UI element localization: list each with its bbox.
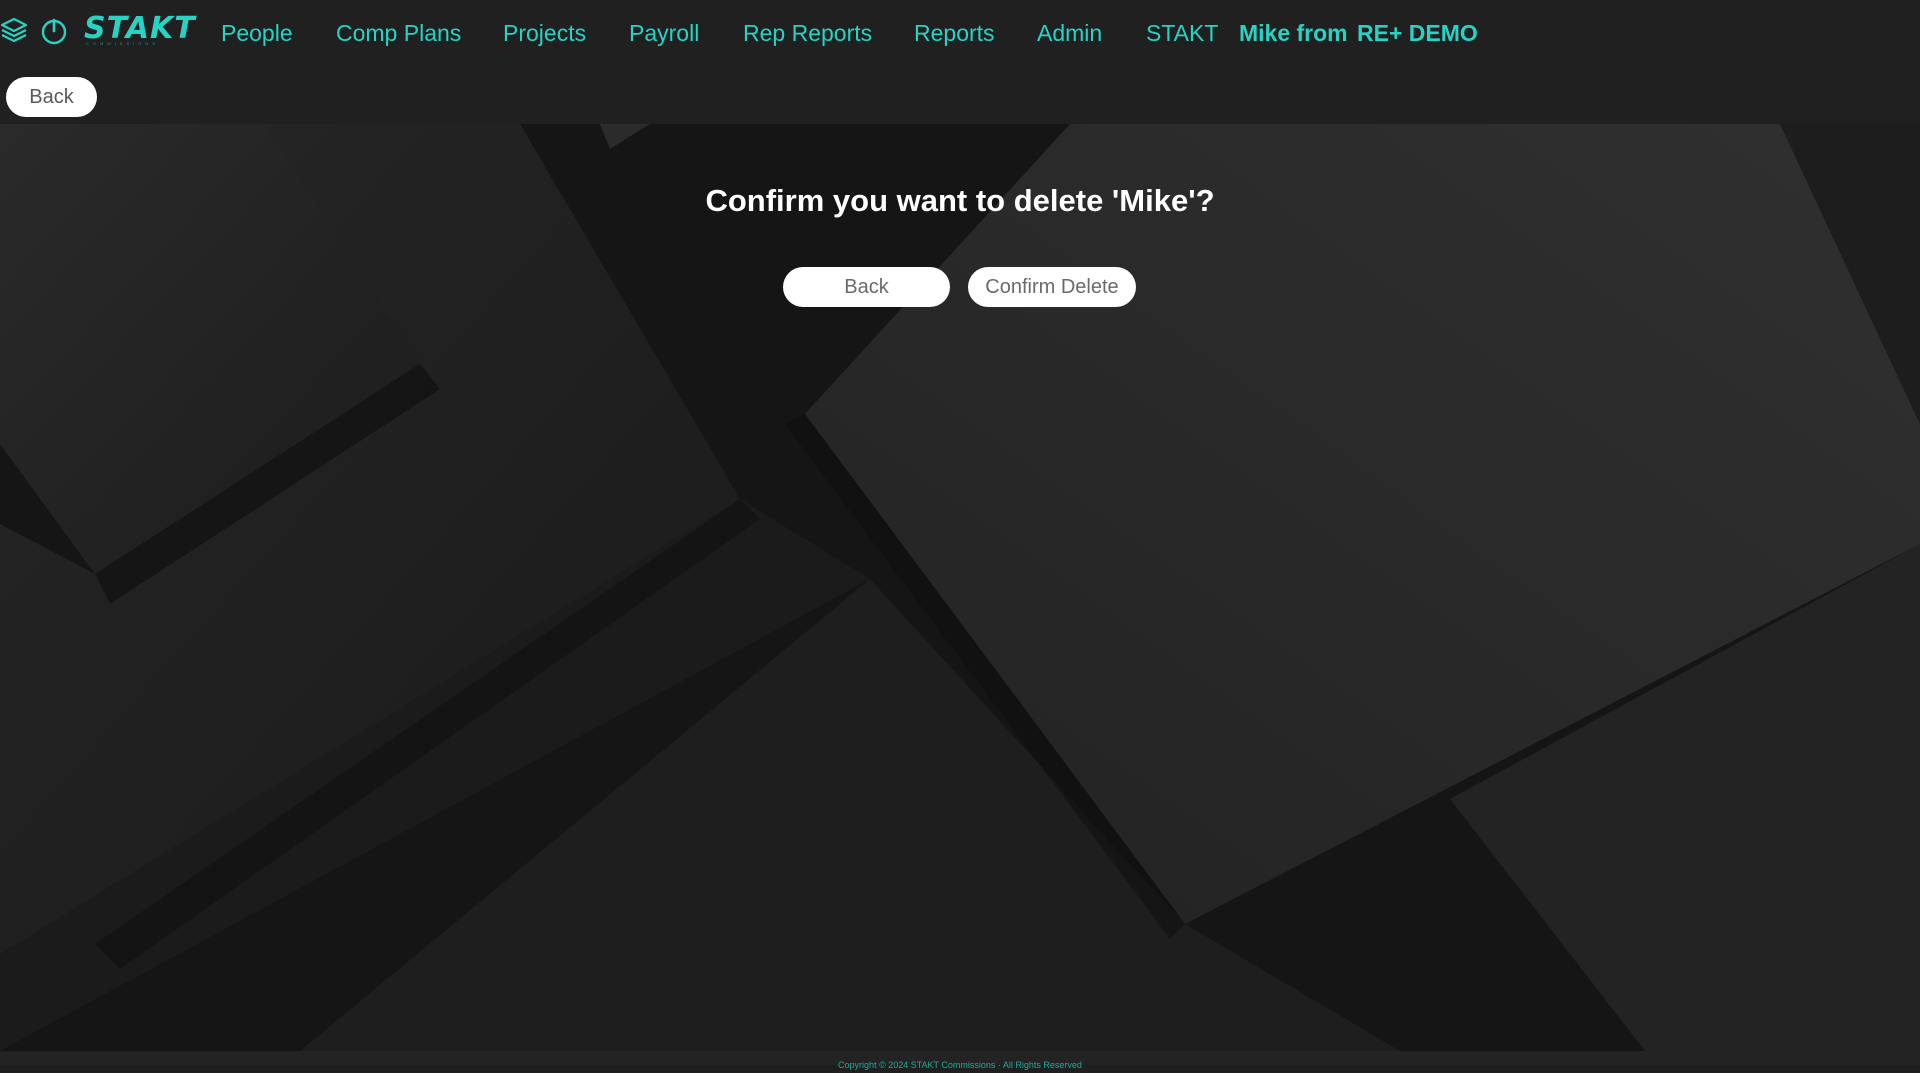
- nav-item-stakt[interactable]: STAKT: [1146, 20, 1218, 46]
- nav-item-admin[interactable]: Admin: [1037, 20, 1102, 46]
- main-nav: STAKT COMMISSIONS People Comp Plans Proj…: [0, 0, 1920, 66]
- nav-item-reports[interactable]: Reports: [914, 20, 995, 46]
- dialog-back-button[interactable]: Back: [783, 267, 950, 307]
- confirm-delete-button[interactable]: Confirm Delete: [968, 267, 1136, 307]
- power-icon[interactable]: [39, 16, 69, 46]
- back-button[interactable]: Back: [6, 77, 97, 117]
- nav-item-comp-plans[interactable]: Comp Plans: [336, 20, 461, 46]
- footer-copyright: Copyright © 2024 STAKT Commissions · All…: [838, 1060, 1082, 1070]
- user-name[interactable]: Mike from: [1239, 20, 1348, 46]
- nav-item-people[interactable]: People: [221, 20, 293, 46]
- footer: Copyright © 2024 STAKT Commissions · All…: [0, 1051, 1920, 1070]
- nav-item-payroll[interactable]: Payroll: [629, 20, 699, 46]
- background-art: [0, 124, 1920, 1051]
- nav-item-rep-reports[interactable]: Rep Reports: [743, 20, 872, 46]
- org-name[interactable]: RE+ DEMO: [1357, 20, 1478, 46]
- brand-logo[interactable]: STAKT: [84, 14, 196, 44]
- layers-icon: [0, 17, 28, 43]
- dialog-title: Confirm you want to delete 'Mike'?: [705, 183, 1215, 218]
- brand-tagline: COMMISSIONS: [86, 41, 159, 46]
- nav-item-projects[interactable]: Projects: [503, 20, 586, 46]
- top-bar: STAKT COMMISSIONS People Comp Plans Proj…: [0, 0, 1920, 124]
- shadow-overlay: [95, 364, 1185, 969]
